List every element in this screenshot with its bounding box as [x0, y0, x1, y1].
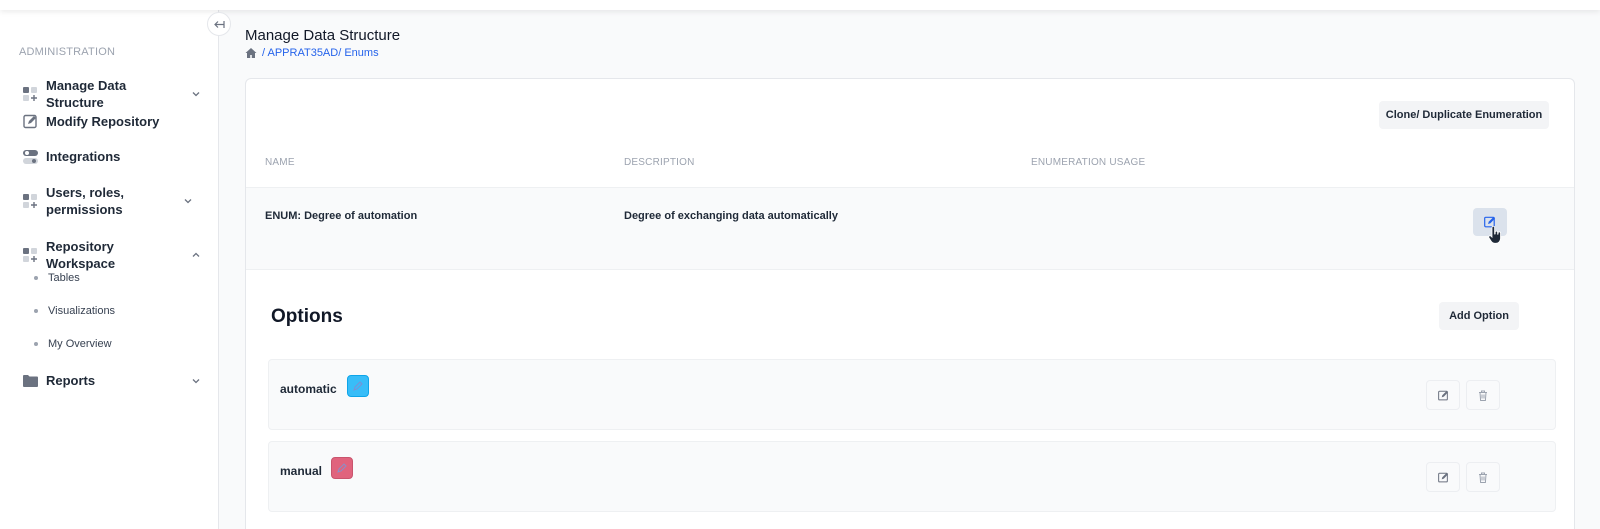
color-swatch[interactable]: [331, 457, 353, 479]
edit-option-button[interactable]: [1426, 462, 1460, 492]
sidebar: ADMINISTRATION Manage Data Structure Mod…: [0, 0, 219, 529]
chevron-down-icon[interactable]: [190, 375, 202, 387]
toggle-icon: [22, 149, 38, 165]
breadcrumb-path[interactable]: / APPRAT35AD/ Enums: [262, 47, 379, 59]
chevron-up-icon[interactable]: [190, 249, 202, 261]
sidebar-item-modify-repository[interactable]: Modify Repository: [22, 113, 202, 130]
option-row-automatic: automatic: [268, 359, 1556, 430]
sidebar-section-label: ADMINISTRATION: [19, 46, 116, 58]
chevron-down-icon[interactable]: [182, 195, 194, 207]
sidebar-item-label: Repository Workspace: [46, 239, 116, 271]
bullet-dot: [34, 276, 38, 280]
sidebar-subitem-label: Visualizations: [48, 305, 116, 317]
sidebar-item-repository-workspace[interactable]: Repository Workspace: [22, 238, 202, 272]
enum-description: Degree of exchanging data automatically: [624, 210, 838, 222]
sidebar-item-label: Manage Data Structure: [46, 78, 127, 110]
delete-option-button[interactable]: [1466, 380, 1500, 410]
option-label: manual: [280, 464, 323, 478]
grid-plus-icon: [22, 193, 38, 209]
trash-icon: [1479, 390, 1487, 401]
option-row-manual: manual: [268, 441, 1556, 512]
sidebar-item-label: Integrations: [46, 149, 121, 164]
color-swatch[interactable]: [347, 375, 369, 397]
sidebar-item-manage-data-structure[interactable]: Manage Data Structure: [22, 77, 202, 111]
folder-icon: [22, 373, 38, 389]
edit-icon: [1437, 472, 1448, 482]
chevron-down-icon[interactable]: [190, 88, 202, 100]
sidebar-subitem-label: My Overview: [48, 338, 112, 350]
delete-option-button[interactable]: [1466, 462, 1500, 492]
sidebar-item-label: Users, roles, permissions: [46, 185, 125, 217]
edit-option-button[interactable]: [1426, 380, 1460, 410]
page-title: Manage Data Structure: [245, 27, 401, 44]
table-row: ENUM: Degree of automation Degree of exc…: [246, 187, 1574, 270]
grid-plus-icon: [22, 247, 38, 263]
edit-square-icon: [22, 114, 38, 130]
bullet-dot: [34, 309, 38, 313]
add-option-button[interactable]: Add Option: [1439, 302, 1519, 330]
arrow-left-icon: [213, 20, 225, 28]
column-header-name: NAME: [265, 157, 295, 168]
sidebar-subitem-visualizations[interactable]: Visualizations: [34, 305, 115, 317]
pencil-icon: [337, 463, 347, 473]
options-title: Options: [271, 306, 343, 327]
sidebar-item-users-roles-permissions[interactable]: Users, roles, permissions: [22, 184, 202, 218]
column-header-enumeration-usage: ENUMERATION USAGE: [1031, 157, 1146, 168]
option-label: automatic: [280, 382, 337, 396]
top-bar: [0, 0, 1600, 10]
enum-name: ENUM: Degree of automation: [265, 210, 418, 222]
collapse-sidebar-button[interactable]: [207, 12, 231, 36]
sidebar-item-reports[interactable]: Reports: [22, 372, 202, 389]
sidebar-item-label: Reports: [46, 373, 96, 388]
column-header-description: DESCRIPTION: [624, 157, 695, 168]
enum-card: Clone/ Duplicate Enumeration NAME DESCRI…: [245, 78, 1575, 529]
pencil-icon: [353, 381, 363, 391]
sidebar-subitem-label: Tables: [48, 272, 80, 284]
bullet-dot: [34, 342, 38, 346]
breadcrumb: / APPRAT35AD/ Enums: [245, 47, 379, 59]
trash-icon: [1479, 472, 1487, 483]
edit-icon: [1437, 390, 1448, 400]
home-icon[interactable]: [245, 47, 257, 59]
sidebar-subitem-my-overview[interactable]: My Overview: [34, 338, 112, 350]
hand-cursor-icon: [1488, 226, 1501, 244]
grid-plus-icon: [22, 86, 38, 102]
clone-duplicate-enumeration-button[interactable]: Clone/ Duplicate Enumeration: [1379, 101, 1549, 129]
sidebar-item-integrations[interactable]: Integrations: [22, 148, 202, 165]
sidebar-item-label: Modify Repository: [46, 114, 160, 129]
sidebar-subitem-tables[interactable]: Tables: [34, 272, 80, 284]
